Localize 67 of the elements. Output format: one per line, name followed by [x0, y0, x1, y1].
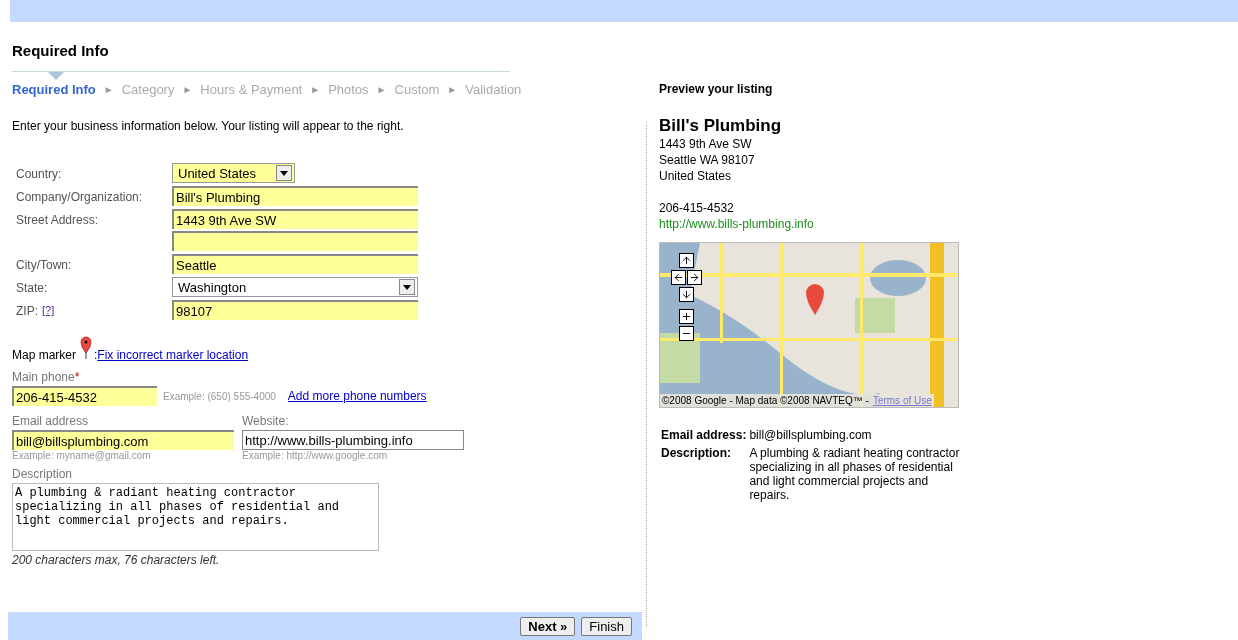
input-field[interactable]: 98107: [172, 300, 418, 320]
field-label: Website:: [242, 414, 290, 428]
map-attribution: ©2008 Google - Map data ©2008 NAVTEQ™ -: [662, 395, 869, 406]
address-line: United States: [659, 168, 733, 184]
add-phone-link[interactable]: Add more phone numbers: [287, 389, 427, 403]
phone-number: 206-415-4532: [659, 200, 735, 216]
select-field[interactable]: Washington: [172, 277, 418, 297]
website-link[interactable]: http://www.bills-plumbing.info: [659, 216, 1238, 232]
pan-up-button[interactable]: [679, 253, 694, 268]
example-text: Example: http://www.google.com: [242, 450, 389, 461]
help-link[interactable]: [?]: [42, 300, 55, 316]
select-field[interactable]: United States: [172, 163, 295, 183]
finish-button[interactable]: Finish: [581, 616, 632, 636]
detail-value: bill@billsplumbing.com: [749, 428, 873, 442]
step-separator: ►: [447, 84, 458, 95]
character-counter: 200 characters max, 76 characters left.: [12, 553, 221, 567]
description-field[interactable]: A plumbing & radiant heating contractor specializing in all phases of residential and light commercial projects and repairs.: [12, 483, 379, 551]
example-text: Example: (650) 555-4000: [163, 390, 276, 402]
field-label: ZIP:: [16, 303, 38, 318]
arrow-left-icon: [673, 272, 684, 283]
pan-down-button[interactable]: [679, 287, 694, 302]
field-label: Main phone*: [12, 370, 81, 384]
field-label: Description: [12, 467, 74, 481]
step-separator: ►: [182, 84, 193, 95]
phone-field[interactable]: 206-415-4532: [12, 386, 157, 406]
detail-label: Description:: [661, 446, 732, 462]
plus-icon: [681, 311, 692, 322]
input-field[interactable]: Bill's Plumbing: [172, 186, 418, 206]
business-name: Bill's Plumbing: [659, 116, 783, 136]
field-label: Map marker: [12, 348, 76, 362]
email-field[interactable]: bill@billsplumbing.com: [12, 430, 234, 450]
website-field[interactable]: http://www.bills-plumbing.info: [242, 430, 464, 450]
detail-value: A plumbing & radiant heating contractor specializing in all phases of residential and light commercial projects and repairs.: [749, 446, 961, 502]
field-label: City/Town:: [16, 257, 72, 272]
arrow-down-icon: [681, 289, 692, 300]
step-tab[interactable]: Required Info: [12, 82, 96, 97]
page-title: Required Info: [12, 42, 110, 59]
address-line: Seattle WA 98107: [659, 152, 756, 168]
field-label: Email address: [12, 414, 90, 428]
detail-label: Email address:: [661, 428, 747, 442]
arrow-right-icon: [689, 272, 700, 283]
step-pointer: [48, 72, 64, 80]
arrow-up-icon: [681, 255, 692, 266]
field-label: State:: [16, 280, 48, 295]
caret-icon: [399, 279, 415, 295]
field-label: Country:: [16, 166, 62, 181]
input-field[interactable]: 1443 9th Ave SW: [172, 209, 418, 229]
field-label: Street Address:: [16, 212, 99, 227]
preview-heading: Preview your listing: [659, 82, 774, 96]
next-button[interactable]: Next »: [520, 616, 576, 636]
address-line: 1443 9th Ave SW: [659, 136, 753, 152]
field-label: Company/Organization:: [16, 189, 143, 204]
step-separator: ►: [310, 84, 321, 95]
zoom-out-button[interactable]: [679, 326, 694, 341]
intro-text: Enter your business information below. Your listing will appear to the right.: [12, 119, 405, 133]
step-separator: ►: [376, 84, 387, 95]
zoom-in-button[interactable]: [679, 309, 694, 324]
example-text: Example: myname@gmail.com: [12, 450, 152, 461]
map-pin-icon: [80, 336, 92, 360]
input-field[interactable]: Seattle: [172, 254, 418, 274]
fix-marker-link[interactable]: Fix incorrect marker location: [97, 348, 249, 362]
step-separator: ►: [103, 84, 114, 95]
pan-right-button[interactable]: [687, 270, 702, 285]
separator-text: :: [94, 348, 98, 362]
pan-left-button[interactable]: [671, 270, 686, 285]
input-field[interactable]: [172, 231, 418, 251]
caret-icon: [276, 165, 292, 181]
